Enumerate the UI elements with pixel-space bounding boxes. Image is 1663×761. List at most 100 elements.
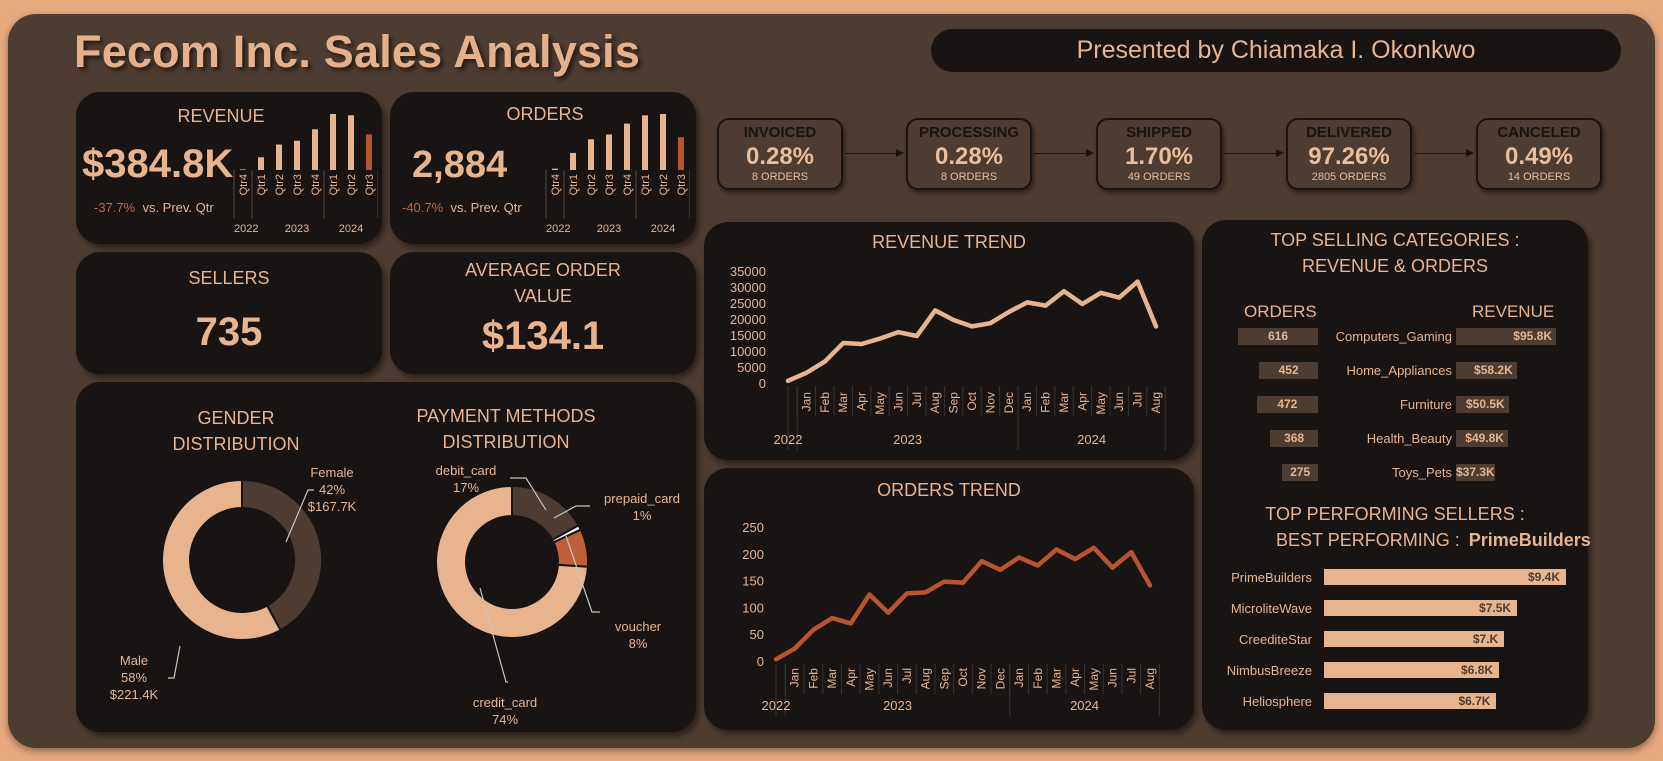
spark-quarter-label: Qtr2 (658, 174, 670, 195)
categories-orders-header: ORDERS (1244, 302, 1317, 321)
seller-value: $7.5K (1479, 601, 1512, 615)
status-orders: 14 ORDERS (1507, 171, 1571, 183)
trend-point (979, 559, 984, 564)
trend-point (1129, 550, 1134, 555)
orders-sparkbar-chart: Qtr4 Qtr1 Qtr2 Qtr3 Qtr4 Qtr1 Qtr2 Qtr3 2022 2023… (545, 114, 690, 235)
seller-value: $9.4K (1527, 570, 1560, 584)
status-canceled[interactable]: CANCELED 0.49% 14 ORDERS (1476, 118, 1602, 190)
category-orders-value: 616 (1267, 329, 1289, 343)
status-name: CANCELED (1497, 124, 1581, 141)
distribution-card[interactable]: GENDER DISTRIBUTION PAYMENT METHODS DIST… (76, 382, 696, 732)
female-value: $167.7K (307, 499, 357, 514)
trend-point (822, 359, 827, 364)
seller-row[interactable]: CreediteStar $7.K (1202, 631, 1588, 649)
orders-trend-card[interactable]: ORDERS TREND 0 50 100 150 200 250 Jan Feb Mar Apr… (704, 468, 1194, 730)
status-processing[interactable]: PROCESSING 0.28% 8 ORDERS (906, 118, 1032, 190)
aov-label-line2: VALUE (514, 286, 572, 306)
revenue-trend-card[interactable]: REVENUE TREND 0 5000 10000 15000 20000 25000 3… (704, 222, 1194, 460)
category-row[interactable]: 452 Home_Appliances $58.2K (1202, 361, 1588, 381)
categories-sellers-card[interactable]: TOP SELLING CATEGORIES : REVENUE & ORDER… (1202, 220, 1591, 730)
x-month-label: Feb (1039, 392, 1053, 413)
trend-point (1006, 310, 1011, 314)
revenue-card[interactable]: REVENUE $384.8K -37.7% vs. Prev. Qtr Qtr… (76, 92, 382, 244)
spark-quarter-label: Qtr1 (256, 174, 268, 195)
seller-row[interactable]: NimbusBreeze $6.8K (1202, 662, 1588, 680)
debit-pct: 17% (452, 480, 480, 495)
x-month-label: Aug (928, 392, 942, 413)
trend-point (859, 342, 864, 346)
spark-bar (294, 140, 300, 170)
category-row[interactable]: 616 Computers_Gaming $95.8K (1202, 327, 1588, 347)
orders-value: 2,884 (412, 144, 508, 186)
x-month-label: Apr (1075, 392, 1089, 411)
trend-point (867, 592, 872, 597)
spark-year-label: 2023 (285, 223, 309, 235)
trend-point (1025, 300, 1030, 305)
category-row[interactable]: 368 Health_Beauty $49.8K (1202, 429, 1588, 449)
x-month-label: Nov (983, 392, 997, 413)
trend-line (773, 545, 1153, 662)
status-orders: 2805 ORDERS (1311, 171, 1387, 183)
seller-name: CreediteStar (1239, 632, 1312, 647)
trend-point (961, 580, 965, 585)
x-year-label: 2023 (893, 432, 922, 447)
x-month-label: Jun (881, 668, 895, 687)
spark-bar (660, 114, 666, 170)
sellers-card[interactable]: SELLERS 735 (76, 252, 382, 374)
status-name: DELIVERED (1306, 124, 1392, 141)
x-month-label: Feb (818, 392, 832, 413)
category-row[interactable]: 472 Furniture $50.5K (1202, 395, 1588, 415)
x-month-label: Apr (1068, 668, 1082, 687)
male-name: Male (119, 653, 149, 668)
orders-card[interactable]: ORDERS 2,884 -40.7% vs. Prev. Qtr Qtr4 Qt… (390, 92, 696, 244)
status-orders: 8 ORDERS (751, 171, 809, 183)
sellers-value: 735 (195, 310, 263, 354)
trend-point (786, 378, 790, 383)
x-year-label: 2022 (774, 432, 803, 447)
spark-year-label: 2024 (651, 223, 675, 235)
spark-quarter-label: Qtr3 (604, 174, 616, 195)
spark-quarter-label: Qtr2 (586, 174, 598, 195)
trend-point (774, 657, 778, 662)
seller-name: NimbusBreeze (1226, 663, 1312, 678)
spark-bar (348, 115, 354, 170)
seller-row[interactable]: MicroliteWave $7.5K (1202, 600, 1588, 618)
spark-bar (588, 139, 594, 170)
best-seller-label: BEST PERFORMING : (1276, 530, 1460, 550)
male-pct: 58% (120, 670, 148, 685)
voucher-pct: 8% (628, 636, 648, 651)
trend-point (1154, 324, 1158, 329)
presenter-banner: Presented by Chiamaka I. Okonkwo (931, 29, 1621, 72)
x-month-label: Jun (1112, 392, 1126, 411)
pipeline-arrow (1224, 149, 1284, 157)
female-label: Female 42% $167.7K (296, 464, 368, 515)
status-delivered[interactable]: DELIVERED 97.26% 2805 ORDERS (1286, 118, 1412, 190)
trend-point (904, 591, 909, 596)
status-shipped[interactable]: SHIPPED 1.70% 49 ORDERS (1096, 118, 1222, 190)
spark-bar (642, 115, 648, 170)
trend-point (1110, 565, 1115, 570)
seller-row[interactable]: Heliosphere $6.7K (1202, 693, 1588, 711)
spark-bar (552, 168, 558, 170)
aov-card[interactable]: AVERAGE ORDER VALUE $134.1 (390, 252, 696, 374)
spark-quarter-label: Qtr1 (640, 174, 652, 195)
revenue-value: $384.8K (82, 142, 234, 186)
trend-point (1080, 302, 1085, 306)
y-tick-label: 30000 (730, 280, 766, 295)
x-month-label: Jun (891, 392, 905, 411)
x-year-label: 2024 (1077, 432, 1106, 447)
y-tick-label: 150 (742, 574, 764, 589)
spark-bar (570, 152, 576, 170)
x-month-label: Oct (965, 391, 979, 410)
category-name: Toys_Pets (1392, 465, 1452, 480)
orders-change-value: -40.7% (402, 200, 444, 215)
status-invoiced[interactable]: INVOICED 0.28% 8 ORDERS (717, 118, 843, 190)
category-row[interactable]: 275 Toys_Pets $37.3K (1202, 463, 1588, 483)
prepaid-name: prepaid_card (604, 491, 680, 506)
prepaid-pct: 1% (632, 508, 652, 523)
seller-row[interactable]: PrimeBuilders $9.4K (1202, 569, 1588, 587)
spark-quarter-label: Qtr2 (274, 174, 286, 195)
y-tick-label: 25000 (730, 296, 766, 311)
y-tick-label: 50 (750, 627, 764, 642)
seller-name: Heliosphere (1242, 694, 1312, 709)
